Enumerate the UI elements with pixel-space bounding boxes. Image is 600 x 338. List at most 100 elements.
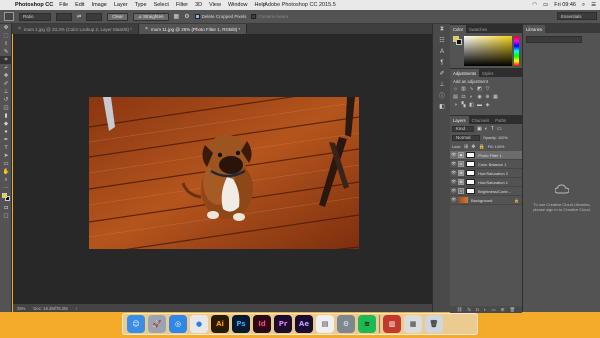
rectangle-tool-icon[interactable]: ▭ xyxy=(0,160,12,168)
layer-name[interactable]: Brightness/Contr... xyxy=(478,189,511,194)
dock-premiere-icon[interactable]: Pr xyxy=(274,315,292,333)
menu-app-name[interactable]: Photoshop CC xyxy=(15,2,53,8)
opacity-field[interactable]: Opacity: 100% xyxy=(483,136,508,140)
brush-panel-icon[interactable]: ✐ xyxy=(433,68,451,79)
menu-help[interactable]: Help xyxy=(255,2,266,8)
layer-row[interactable]: 👁 ▤ Hue/Saturation 1 xyxy=(450,178,522,187)
layer-mask-thumbnail[interactable] xyxy=(466,179,475,185)
invert-icon[interactable]: ◑ xyxy=(453,103,458,108)
tab-paths[interactable]: Paths xyxy=(492,116,509,124)
menu-window[interactable]: Window xyxy=(228,2,248,8)
menu-list-icon[interactable]: ☰ xyxy=(591,2,596,8)
hue-saturation-icon[interactable]: ▤ xyxy=(453,95,458,100)
eye-icon[interactable]: 👁 xyxy=(451,170,457,176)
vibrance-icon[interactable]: ▽ xyxy=(485,87,490,92)
crop-tool-icon[interactable]: ⌗ xyxy=(0,56,12,64)
clone-source-panel-icon[interactable]: ⊥ xyxy=(433,79,451,90)
swap-icon[interactable]: ⇄ xyxy=(77,14,81,20)
eye-icon[interactable]: 👁 xyxy=(451,188,457,194)
clone-stamp-tool-icon[interactable]: ⊥ xyxy=(0,88,12,96)
add-mask-icon[interactable]: ◘ xyxy=(476,307,479,312)
gradient-tool-icon[interactable]: ▮ xyxy=(0,112,12,120)
filter-adjustment-icon[interactable]: ◐ xyxy=(485,126,488,132)
zoom-tool-icon[interactable]: ⌕ xyxy=(0,176,12,184)
layer-name[interactable]: Photo Filter 1 xyxy=(478,153,502,158)
layer-name[interactable]: Hue/Saturation 2 xyxy=(478,171,508,176)
battery-icon[interactable]: ▭ xyxy=(543,2,548,8)
dock-spotify-icon[interactable]: ≋ xyxy=(358,315,376,333)
color-balance-icon[interactable]: ⚖ xyxy=(461,95,466,100)
menu-view[interactable]: View xyxy=(209,2,221,8)
clear-button[interactable]: Clear xyxy=(107,12,128,21)
menu-layer[interactable]: Layer xyxy=(114,2,128,8)
filter-shape-icon[interactable]: ▭ xyxy=(497,126,502,132)
dock-illustrator-icon[interactable]: Ai xyxy=(211,315,229,333)
status-menu-icon[interactable]: › xyxy=(76,306,77,311)
layer-name[interactable]: Background xyxy=(471,198,492,203)
layer-mask-thumbnail[interactable] xyxy=(466,161,475,167)
color-lookup-icon[interactable]: ▦ xyxy=(493,95,498,100)
dock-photoshop-icon[interactable]: Ps xyxy=(232,315,250,333)
dock-finder-window-icon[interactable]: ▦ xyxy=(404,315,422,333)
layer-row[interactable]: 👁 ▤ Hue/Saturation 2 xyxy=(450,169,522,178)
filter-type-icon[interactable]: T xyxy=(491,126,494,132)
crop-settings-icon[interactable]: ⚙ xyxy=(184,13,189,20)
layer-row[interactable]: 👁 ⚖ Color Balance 1 xyxy=(450,160,522,169)
dock-photo-booth-icon[interactable]: ▥ xyxy=(383,315,401,333)
layer-name[interactable]: Color Balance 1 xyxy=(478,162,506,167)
exposure-icon[interactable]: ◩ xyxy=(477,87,482,92)
straighten-button[interactable]: ⊿ Straighten xyxy=(132,12,169,21)
dock-finder-icon[interactable]: ☺ xyxy=(127,315,145,333)
spotlight-icon[interactable]: ⌕ xyxy=(582,2,585,9)
menu-select[interactable]: Select xyxy=(154,2,169,8)
ratio-height-field[interactable] xyxy=(86,12,103,21)
eye-icon[interactable]: 👁 xyxy=(451,197,457,203)
layer-mask-thumbnail[interactable] xyxy=(466,152,475,158)
lock-pixels-icon[interactable]: ⊞ xyxy=(464,144,468,150)
menu-edit[interactable]: Edit xyxy=(75,2,84,8)
dock-preview-icon[interactable]: ▤ xyxy=(316,315,334,333)
history-panel-icon[interactable]: ⧗ xyxy=(433,24,451,35)
lock-position-icon[interactable]: ✥ xyxy=(471,144,475,150)
crop-tool-preset-icon[interactable] xyxy=(4,12,14,21)
menubar-clock[interactable]: Fri 09:46 xyxy=(554,2,576,8)
menu-type[interactable]: Type xyxy=(135,2,147,8)
new-layer-icon[interactable]: ⊞ xyxy=(501,307,505,313)
navigator-panel-icon[interactable]: ◧ xyxy=(433,101,451,112)
delete-layer-icon[interactable]: 🗑 xyxy=(510,307,516,313)
type-tool-icon[interactable]: T xyxy=(0,144,12,152)
healing-brush-tool-icon[interactable]: ✚ xyxy=(0,72,12,80)
fill-field[interactable]: Fill: 100% xyxy=(488,145,505,149)
delete-cropped-checkbox[interactable]: Delete Cropped Pixels xyxy=(194,14,246,19)
layer-name[interactable]: Hue/Saturation 1 xyxy=(478,180,508,185)
workspace-select[interactable]: Essentials xyxy=(557,12,597,20)
marquee-tool-icon[interactable]: ⬚ xyxy=(0,32,12,40)
link-layers-icon[interactable]: ⛓ xyxy=(457,307,463,313)
history-brush-tool-icon[interactable]: ↺ xyxy=(0,96,12,104)
layer-row[interactable]: 👁 ◉ Photo Filter 1 xyxy=(450,151,522,160)
tab-styles[interactable]: Styles xyxy=(479,69,496,77)
gradient-map-icon[interactable]: ▬ xyxy=(477,103,482,108)
layer-filter-kind[interactable]: Kind xyxy=(452,125,474,132)
tab-color[interactable]: Color xyxy=(450,25,467,33)
canvas-area[interactable] xyxy=(13,34,432,304)
eye-icon[interactable]: 👁 xyxy=(451,179,457,185)
tab-adjustments[interactable]: Adjustments xyxy=(450,69,480,77)
new-adjustment-icon[interactable]: ◐ xyxy=(484,307,487,312)
ratio-width-field[interactable] xyxy=(56,12,72,21)
filter-pixel-icon[interactable]: ▣ xyxy=(477,126,482,132)
tab-document-2[interactable]: × mum 11.jpg @ 25% (Photo Filter 1, RGB/8… xyxy=(139,24,248,34)
ratio-select[interactable]: Ratio xyxy=(19,12,51,21)
threshold-icon[interactable]: ◧ xyxy=(469,103,474,108)
properties-panel-icon[interactable]: ☷ xyxy=(433,35,451,46)
posterize-icon[interactable]: ▚ xyxy=(461,103,466,108)
layer-style-icon[interactable]: fx xyxy=(468,307,472,312)
wifi-icon[interactable]: ◠ xyxy=(532,2,537,8)
blur-tool-icon[interactable]: ◆ xyxy=(0,120,12,128)
move-tool-icon[interactable]: ✥ xyxy=(0,24,12,32)
info-panel-icon[interactable]: ⓘ xyxy=(433,90,451,101)
menu-file[interactable]: File xyxy=(59,2,68,8)
close-tab-icon[interactable]: × xyxy=(145,26,148,32)
zoom-level[interactable]: 25% xyxy=(17,306,25,311)
menu-filter[interactable]: Filter xyxy=(176,2,188,8)
